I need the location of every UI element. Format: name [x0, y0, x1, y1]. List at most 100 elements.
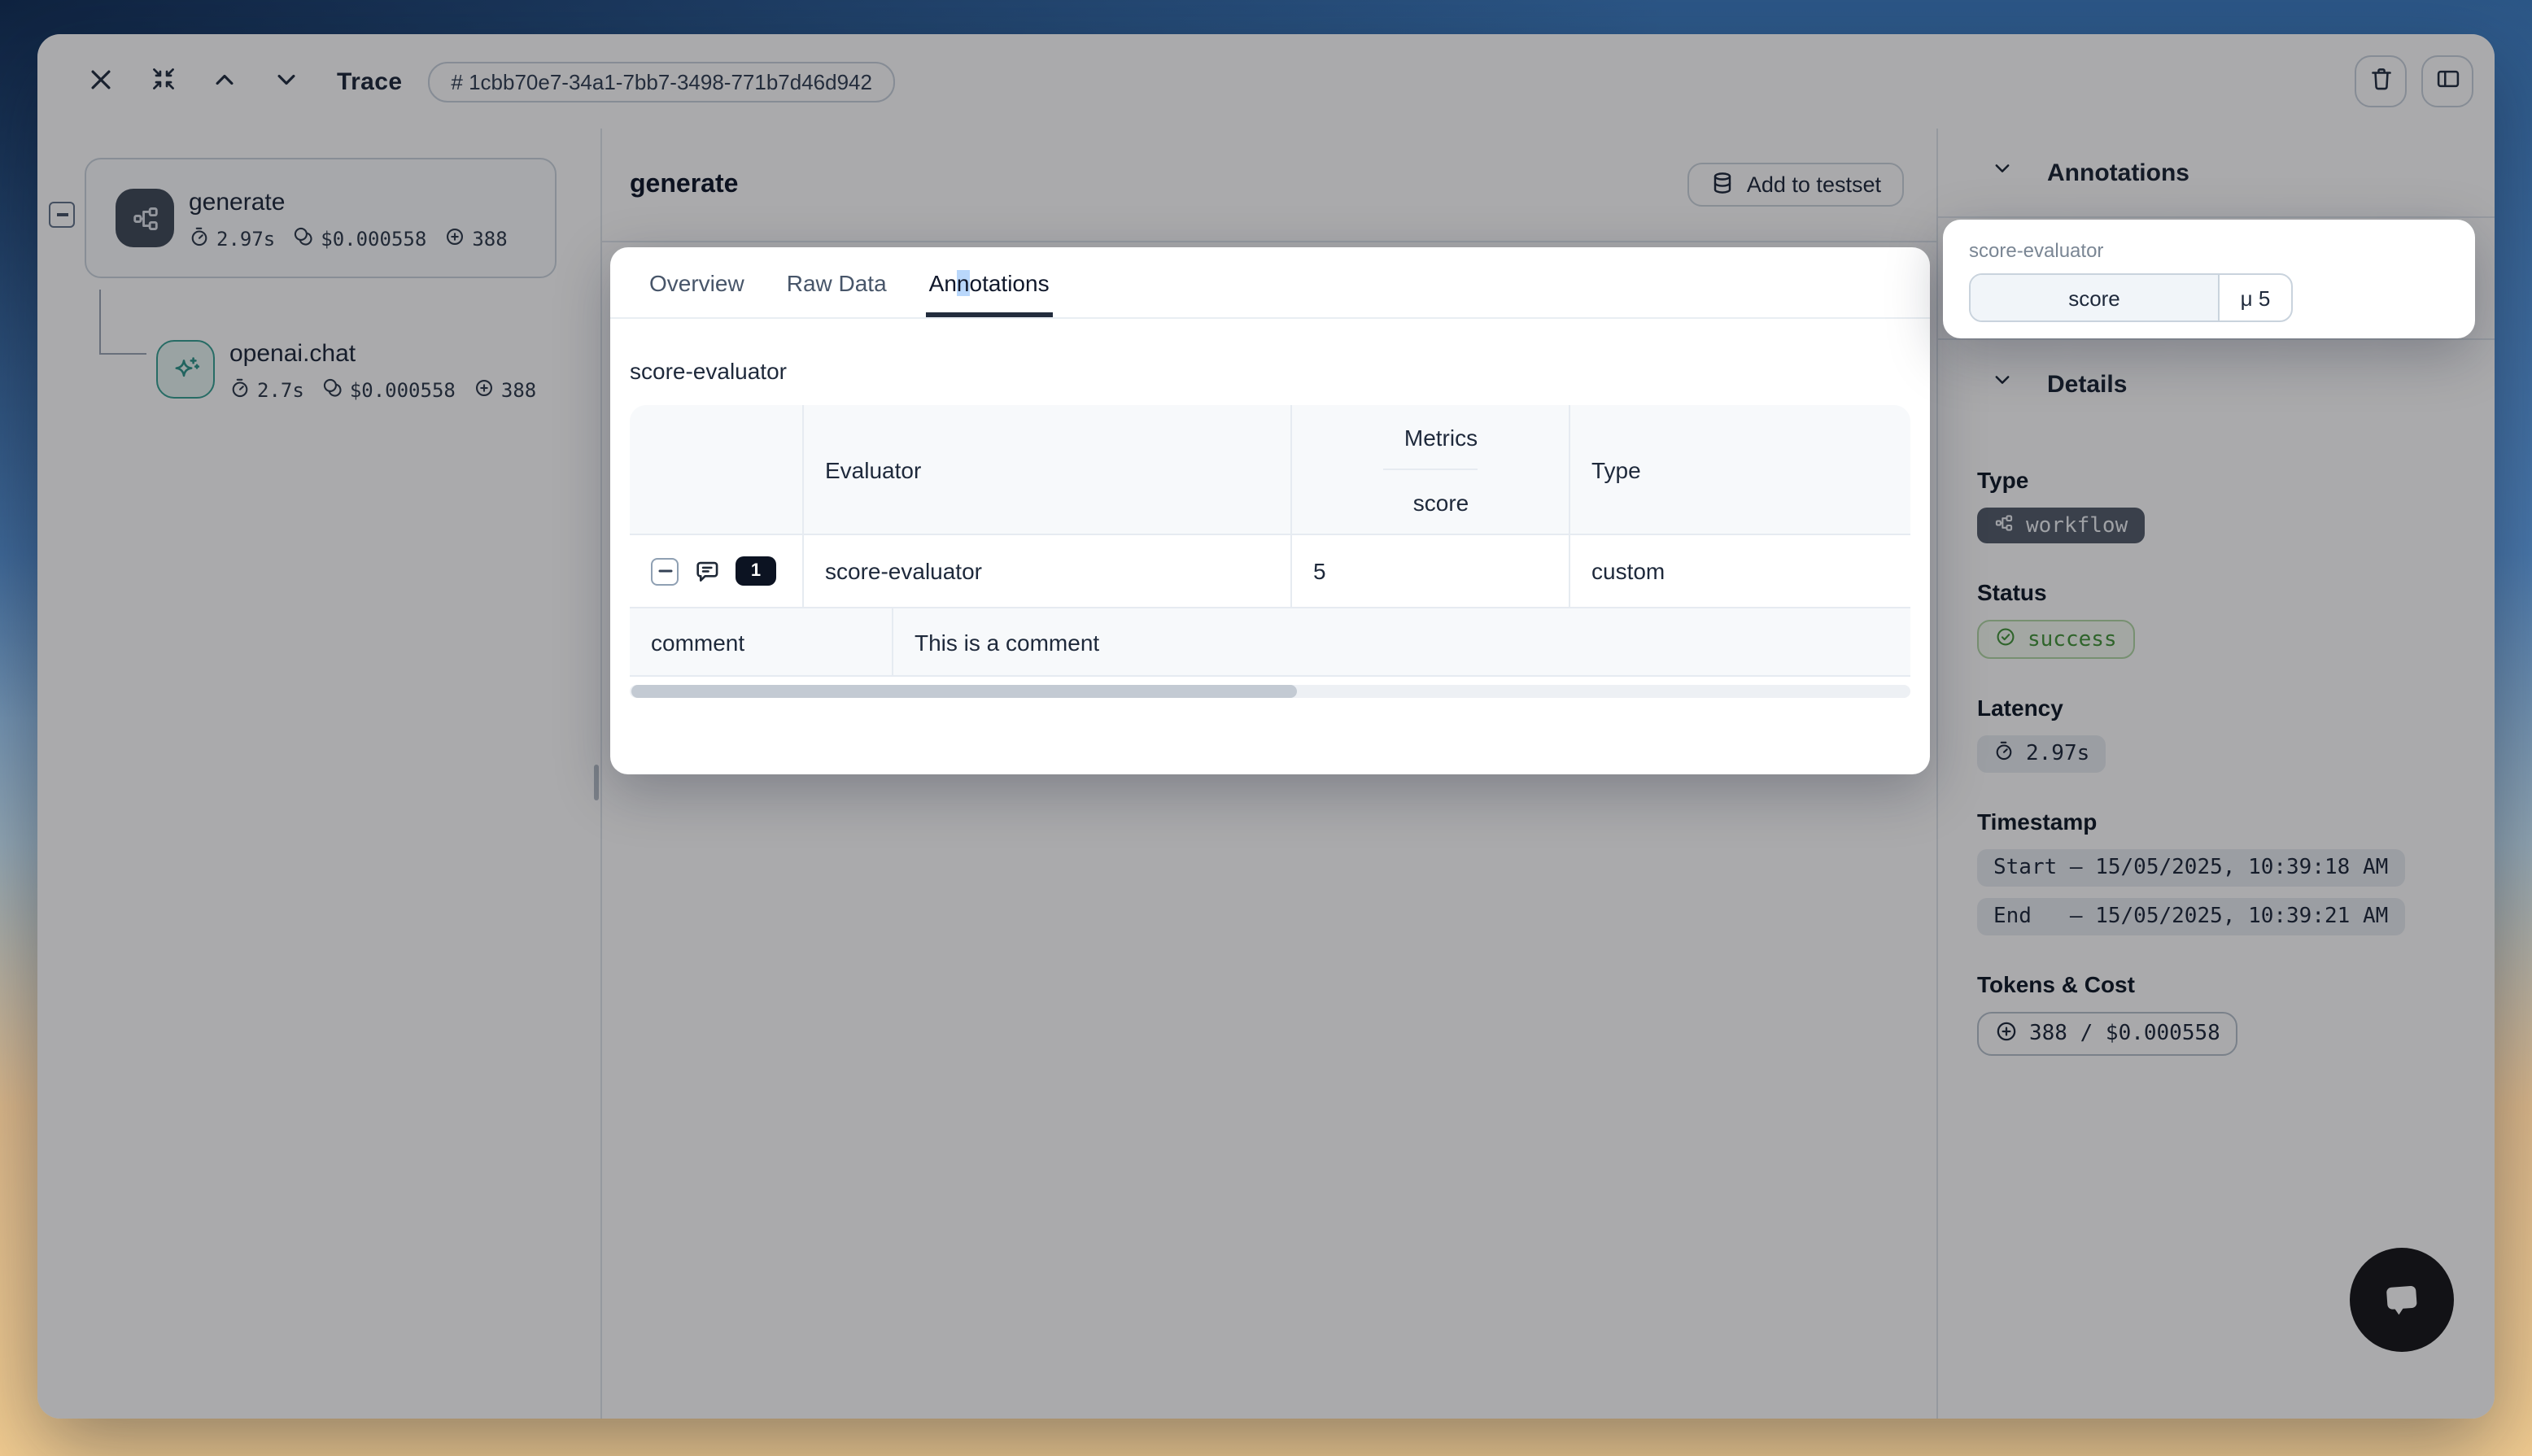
node-tokens: 388: [501, 379, 536, 402]
type-label: Type: [1977, 467, 2495, 493]
database-icon: [1711, 170, 1735, 199]
annotations-table: Evaluator Metrics score Type: [630, 405, 1910, 677]
tokens-cost-label: Tokens & Cost: [1977, 971, 2495, 997]
coins-icon: [322, 377, 343, 403]
plus-circle-icon: [1995, 1019, 2018, 1048]
timer-icon: [1993, 740, 2015, 768]
trash-icon: [2367, 65, 2394, 98]
check-circle-icon: [1995, 626, 2016, 653]
screen: Trace # 1cbb70e7-34a1-7bb7-3498-771b7d46…: [0, 0, 2532, 1456]
comment-icon[interactable]: [693, 557, 721, 585]
table-header-row: Evaluator Metrics score Type: [630, 405, 1910, 534]
metric-mean-value: μ 5: [2220, 275, 2291, 320]
timer-icon: [189, 226, 210, 252]
tree-node-name: openai.chat: [229, 340, 536, 368]
details-sidebar: Annotations score-evaluator score μ 5: [1936, 129, 2495, 1419]
type-badge: workflow: [1977, 508, 2144, 543]
annotations-tab-content: score-evaluator Evaluator Metrics score …: [610, 319, 1930, 698]
trace-drawer: Trace # 1cbb70e7-34a1-7bb7-3498-771b7d46…: [37, 34, 2495, 1419]
support-chat-fab[interactable]: [2350, 1248, 2454, 1352]
node-cost: $0.000558: [350, 379, 456, 402]
span-title: generate: [630, 170, 738, 199]
toggle-sidepanel-button[interactable]: [2421, 55, 2473, 107]
node-tokens: 388: [472, 228, 507, 251]
node-latency: 2.7s: [257, 379, 304, 402]
chevron-down-icon: [273, 66, 299, 97]
header-cell-metrics: Metrics score: [1292, 405, 1570, 534]
status-label: Status: [1977, 579, 2495, 605]
timer-icon: [229, 377, 251, 403]
details-body: Type workflow Status: [1938, 428, 2495, 1092]
tab-annotations[interactable]: Annotations: [910, 247, 1069, 317]
comment-key: comment: [630, 608, 893, 675]
tree-node-name: generate: [189, 189, 508, 216]
compress-icon: [149, 65, 177, 98]
header-cell-evaluator: Evaluator: [804, 405, 1292, 534]
cell-score: 5: [1292, 535, 1570, 607]
timestamp-label: Timestamp: [1977, 809, 2495, 835]
comment-row: comment This is a comment: [630, 607, 1910, 677]
timestamp-end-badge: End – 15/05/2025, 10:39:21 AM: [1977, 898, 2404, 935]
tokens-cost-badge: 388 / $0.000558: [1977, 1012, 2238, 1056]
metric-name: score: [1971, 275, 2220, 320]
trace-drawer-topbar: Trace # 1cbb70e7-34a1-7bb7-3498-771b7d46…: [37, 34, 2495, 129]
annotation-metric-pill[interactable]: score μ 5: [1969, 273, 2293, 322]
tree-collapse-toggle[interactable]: [49, 202, 75, 228]
tree-node-openai-chat[interactable]: openai.chat 2.7s $0.000558 388: [156, 340, 536, 403]
chevron-up-icon: [212, 66, 238, 97]
details-section-header[interactable]: Details: [1938, 340, 2495, 428]
trace-id-badge: # 1cbb70e7-34a1-7bb7-3498-771b7d46d942: [428, 61, 895, 102]
node-latency: 2.97s: [216, 228, 275, 251]
workflow-icon: [1993, 512, 2015, 539]
node-cost: $0.000558: [321, 228, 426, 251]
annotations-section-header[interactable]: Annotations: [1938, 129, 2495, 216]
trace-tree-pane: generate 2.97s $0.000558 388: [37, 129, 602, 1419]
collapse-drawer-button[interactable]: [142, 60, 184, 102]
coins-icon: [293, 226, 314, 252]
tree-connector: [99, 353, 146, 355]
tree-pane-scrollbar[interactable]: [594, 765, 599, 800]
span-tabs-card: Overview Raw Data Annotations score-eval…: [610, 247, 1930, 774]
annotations-section-title: Annotations: [2047, 159, 2189, 186]
collapse-row-button[interactable]: [651, 557, 679, 585]
add-to-testset-label: Add to testset: [1747, 172, 1881, 197]
text-selection: n: [957, 269, 970, 295]
tree-node-generate[interactable]: generate 2.97s $0.000558 388: [85, 158, 557, 278]
tab-raw-data[interactable]: Raw Data: [767, 247, 906, 317]
close-icon: [86, 64, 116, 98]
timestamp-start-badge: Start – 15/05/2025, 10:39:18 AM: [1977, 849, 2404, 887]
delete-trace-button[interactable]: [2355, 55, 2407, 107]
span-detail-pane: generate Add to testset Overview Raw Dat…: [602, 129, 1936, 1419]
cell-evaluator: score-evaluator: [804, 535, 1292, 607]
details-section-title: Details: [2047, 370, 2127, 398]
divider: [1938, 216, 2495, 218]
table-row: 1 score-evaluator 5 custom: [630, 534, 1910, 607]
cell-type: custom: [1570, 535, 1910, 607]
prev-trace-button[interactable]: [203, 60, 246, 102]
status-badge: success: [1977, 620, 2135, 659]
annotation-count-badge: 1: [736, 556, 776, 586]
latency-badge: 2.97s: [1977, 735, 2106, 773]
header-cell-controls: [630, 405, 804, 534]
next-trace-button[interactable]: [265, 60, 308, 102]
workflow-icon: [116, 189, 174, 247]
plus-circle-icon: [474, 377, 495, 403]
tab-overview[interactable]: Overview: [630, 247, 764, 317]
tree-node-stats: 2.97s $0.000558 388: [189, 226, 508, 252]
panel-layout-icon: [2434, 65, 2461, 98]
plus-circle-icon: [444, 226, 465, 252]
chat-bubble-icon: [2373, 1271, 2432, 1330]
chevron-down-icon: [1992, 369, 2013, 399]
add-to-testset-button[interactable]: Add to testset: [1688, 163, 1904, 207]
tree-connector: [99, 290, 102, 355]
close-button[interactable]: [80, 60, 122, 102]
annotation-card: score-evaluator score μ 5: [1943, 220, 2475, 338]
span-header: generate Add to testset: [602, 129, 1936, 242]
table-horizontal-scrollbar[interactable]: [630, 685, 1910, 698]
tree-node-stats: 2.7s $0.000558 388: [229, 377, 536, 403]
scrollbar-thumb[interactable]: [631, 685, 1297, 698]
sparkles-icon: [156, 340, 215, 399]
evaluator-section-title: score-evaluator: [630, 358, 1910, 384]
tab-bar: Overview Raw Data Annotations: [610, 247, 1930, 319]
row-controls-cell: 1: [630, 535, 804, 607]
